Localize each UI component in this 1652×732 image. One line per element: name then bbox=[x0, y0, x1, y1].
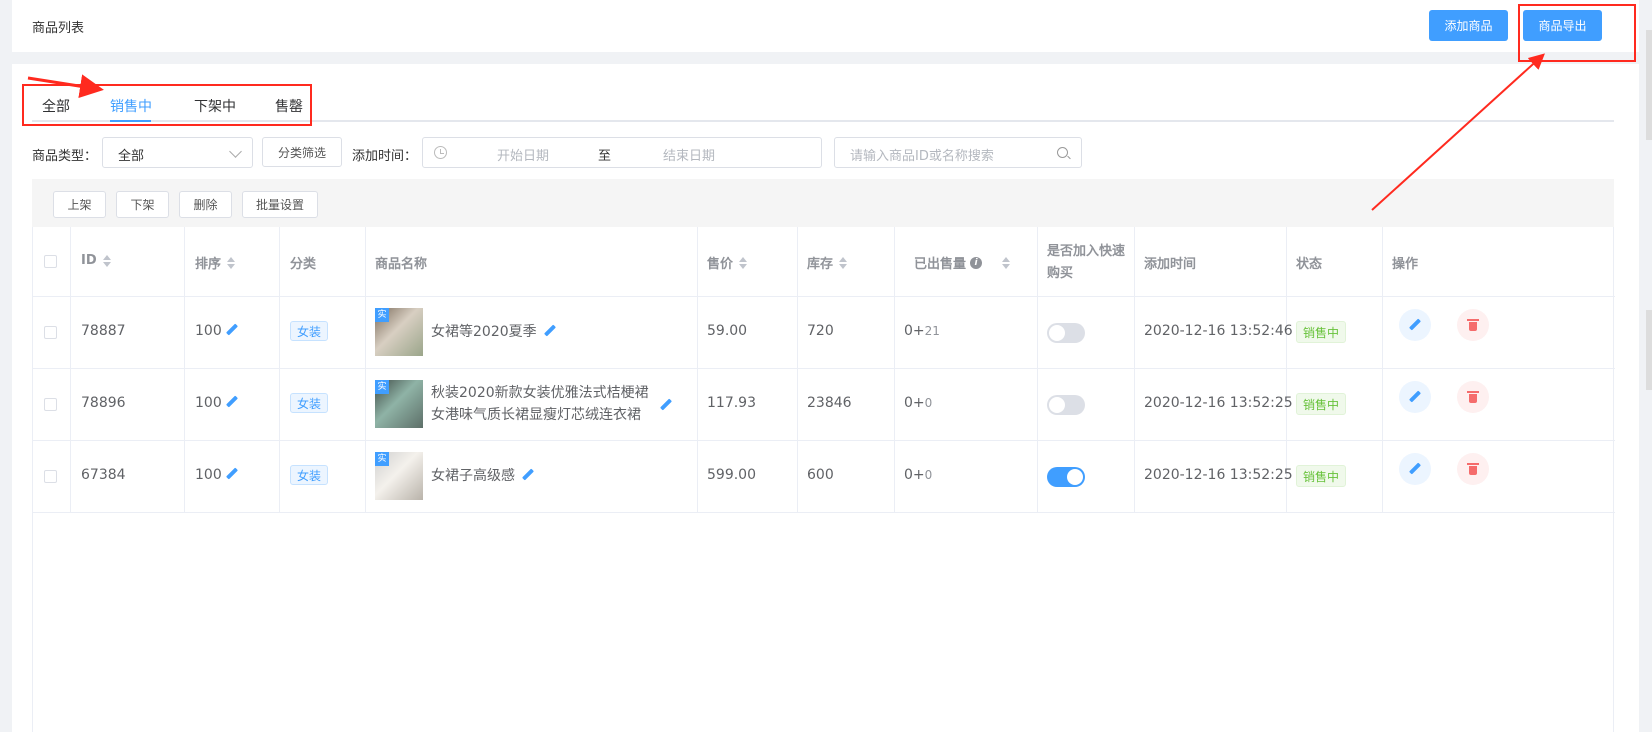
annotation-arrows bbox=[27, 53, 1545, 211]
arrow-to-export bbox=[1371, 53, 1545, 211]
arrow-to-tabs bbox=[27, 74, 104, 99]
